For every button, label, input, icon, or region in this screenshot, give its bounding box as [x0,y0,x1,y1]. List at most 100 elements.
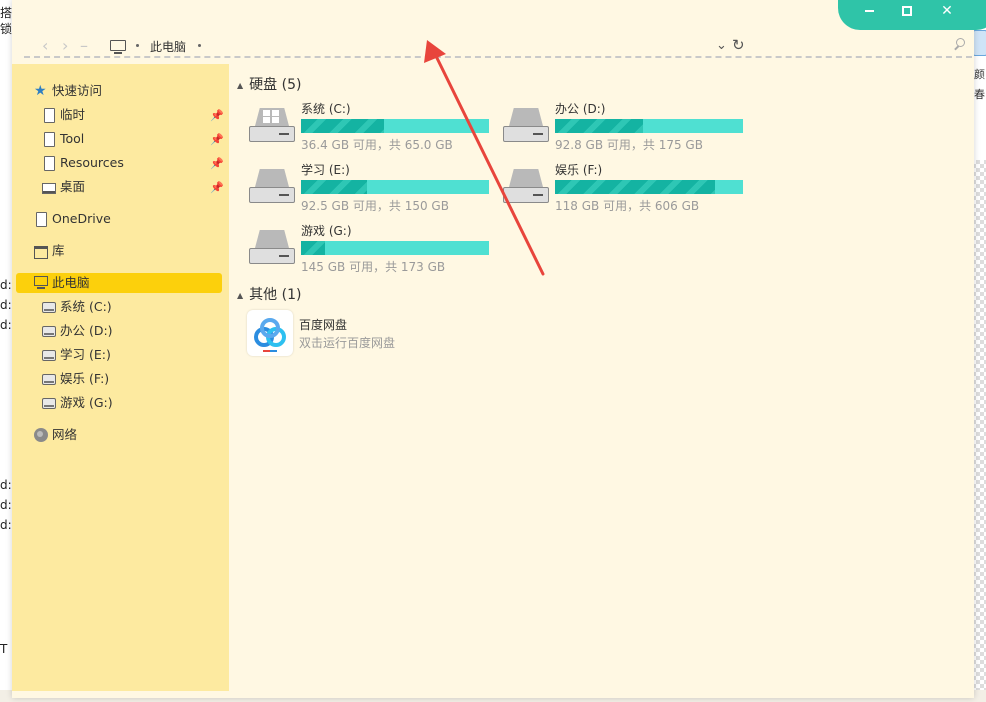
drive-icon [42,302,56,313]
pin-icon[interactable]: 📌 [210,154,224,174]
cloud-folder-icon [36,212,47,227]
sidebar-item-label: 办公 (D:) [60,323,113,338]
bg-text: 春 [974,88,985,101]
bg-text: d: [0,478,12,492]
sidebar-item-pinned[interactable]: Tool 📌 [16,129,224,150]
sidebar-item-this-pc[interactable]: 此电脑 [16,273,222,293]
hard-drive-icon [249,230,295,264]
computer-icon [110,40,126,54]
sidebar-item-drive[interactable]: 系统 (C:) [16,297,222,317]
star-icon: ★ [34,83,47,99]
drive-name: 娱乐 (F:) [555,163,603,177]
forward-icon[interactable]: › [62,36,68,56]
minimize-button[interactable] [860,2,878,20]
usage-bar [301,180,489,194]
bg-blue-icon [973,30,986,56]
hard-drive-icon [249,169,295,203]
close-button[interactable]: ✕ [938,2,956,20]
sidebar-item-pinned[interactable]: Resources 📌 [16,153,224,174]
hard-drive-icon [503,108,549,142]
sidebar-item-drive[interactable]: 办公 (D:) [16,321,222,341]
navigation-pane: ★ 快速访问 临时 📌 Tool 📌 Resources 📌 桌面 📌 OneD… [12,64,229,691]
up-icon[interactable]: – [80,36,88,56]
drive-tile[interactable]: 学习 (E:) 92.5 GB 可用，共 150 GB [249,161,499,217]
app-description: 双击运行百度网盘 [299,336,396,350]
bg-text: d: [0,498,12,512]
sidebar-item-onedrive[interactable]: OneDrive [16,209,222,229]
explorer-window: ‹ › – 此电脑 ⌄ ↻ ★ 快速访问 临时 📌 Tool 📌 Resourc… [12,0,986,698]
drive-name: 游戏 (G:) [301,224,352,238]
sidebar-item-drive[interactable]: 游戏 (G:) [16,393,222,413]
drive-tile[interactable]: 系统 (C:) 36.4 GB 可用，共 65.0 GB [249,100,499,156]
group-header-label: 其他 (1) [249,287,302,303]
usage-bar [555,180,743,194]
drive-icon [42,326,56,337]
maximize-button[interactable] [898,2,916,20]
usage-bar [301,241,489,255]
folder-icon [44,108,55,123]
sidebar-item-network[interactable]: 网络 [16,425,222,445]
drive-space-info: 36.4 GB 可用，共 65.0 GB [301,138,453,152]
app-tile-baidu-netdisk[interactable]: 百度网盘 双击运行百度网盘 [247,310,547,360]
sidebar-item-label: Resources [60,155,124,170]
drive-tile[interactable]: 游戏 (G:) 145 GB 可用，共 173 GB [249,222,499,278]
bg-text: T [0,642,8,656]
group-header-other[interactable]: ▲ 其他 (1) [237,284,301,304]
usage-bar-fill [555,119,644,133]
sidebar-item-label: 临时 [60,107,86,122]
drive-icon [42,350,56,361]
sidebar-item-quick-access[interactable]: ★ 快速访问 [16,81,222,101]
sidebar-item-label: 游戏 (G:) [60,395,113,410]
back-icon[interactable]: ‹ [42,36,48,56]
collapse-triangle-icon: ▲ [237,80,244,90]
drive-space-info: 92.5 GB 可用，共 150 GB [301,199,449,213]
drive-tile[interactable]: 娱乐 (F:) 118 GB 可用，共 606 GB [503,161,753,217]
sidebar-item-pinned[interactable]: 临时 📌 [16,105,224,126]
bg-text: d: [0,278,12,292]
breadcrumb-separator [198,44,201,47]
folder-icon [44,156,55,171]
baidu-netdisk-icon [247,310,293,356]
sidebar-item-label: 网络 [52,427,78,442]
window-controls: ✕ [838,0,986,30]
drive-name: 办公 (D:) [555,102,606,116]
bg-text: 颜 [974,68,985,81]
desktop-icon [42,183,56,194]
folder-icon [44,132,55,147]
sidebar-item-drive[interactable]: 学习 (E:) [16,345,222,365]
sidebar-item-label: 快速访问 [52,83,103,98]
usage-bar-fill [555,180,715,194]
usage-bar-fill [301,119,384,133]
drive-icon [42,398,56,409]
drive-tile[interactable]: 办公 (D:) 92.8 GB 可用，共 175 GB [503,100,753,156]
drive-icon [42,374,56,385]
drive-name: 系统 (C:) [301,102,351,116]
refresh-icon[interactable]: ↻ [732,36,745,54]
search-icon[interactable] [954,38,965,49]
drive-space-info: 92.8 GB 可用，共 175 GB [555,138,703,152]
sidebar-item-pinned[interactable]: 桌面 📌 [16,177,224,198]
breadcrumb[interactable]: 此电脑 [150,38,186,55]
sidebar-item-label: 库 [52,243,65,258]
chevron-down-icon[interactable]: ⌄ [716,38,727,53]
usage-bar-fill [301,241,326,255]
address-bar: ‹ › – 此电脑 ⌄ ↻ [24,36,972,58]
background-window-right: 颜 春 [972,0,986,702]
sidebar-item-library[interactable]: 库 [16,241,222,261]
pin-icon[interactable]: 📌 [210,178,224,198]
drive-name: 学习 (E:) [301,163,350,177]
windows-logo-icon [263,110,281,124]
usage-bar [555,119,743,133]
computer-icon [34,276,48,289]
sidebar-item-label: OneDrive [52,211,111,226]
pin-icon[interactable]: 📌 [210,106,224,126]
group-header-disks[interactable]: ▲ 硬盘 (5) [237,74,301,94]
app-name: 百度网盘 [299,318,348,332]
bg-text: 锁 [0,22,13,36]
bg-text: 搭 [0,6,13,20]
drive-space-info: 145 GB 可用，共 173 GB [301,260,446,274]
sidebar-item-drive[interactable]: 娱乐 (F:) [16,369,222,389]
sidebar-item-label: Tool [60,131,85,146]
pin-icon[interactable]: 📌 [210,130,224,150]
transparency-checker [972,160,986,690]
